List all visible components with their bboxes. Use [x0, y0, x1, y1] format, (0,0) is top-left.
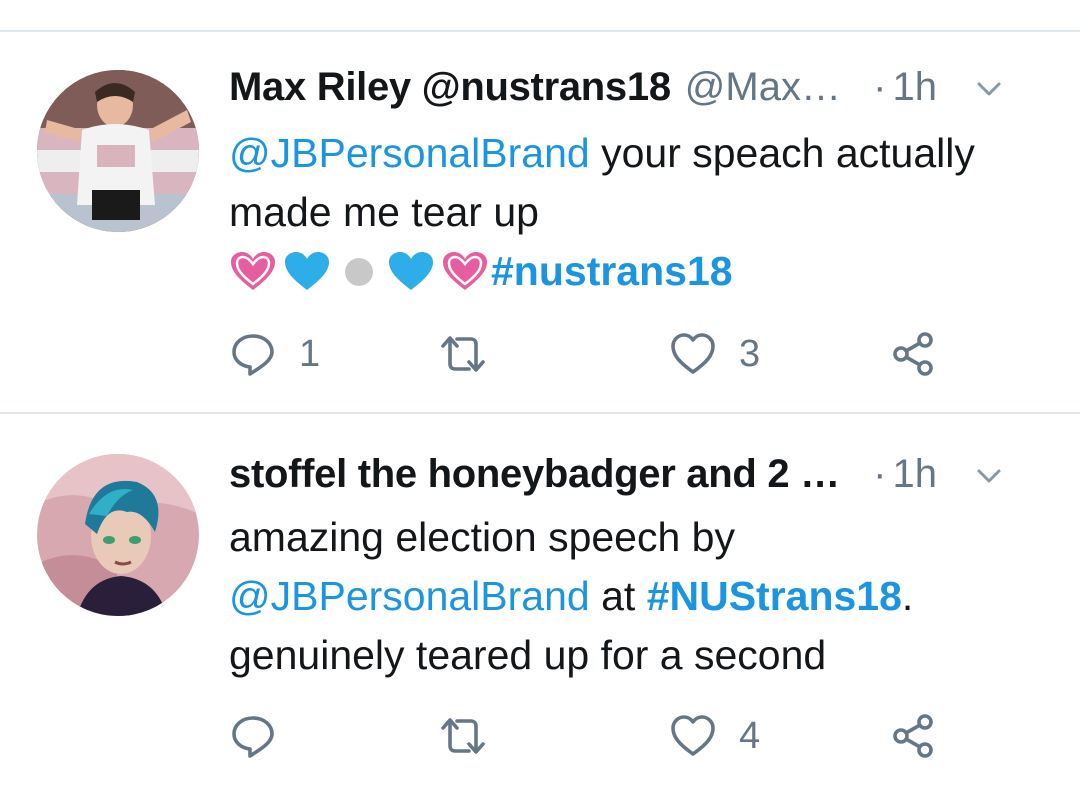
hashtag-link[interactable]: #nustrans18 [491, 242, 733, 301]
like-icon [671, 333, 715, 374]
tweet-text-line: amazing election speech by [229, 514, 735, 560]
tweet-text: @JBPersonalBrand your speach actually ma… [229, 124, 1050, 301]
like-icon [671, 715, 715, 756]
tweet[interactable]: Max Riley @nustrans18 @Max… · 1h @JBPerso… [0, 32, 1080, 412]
retweet-button[interactable] [439, 330, 509, 378]
tweet-header: stoffel the honeybadger and 2 … · 1h [229, 449, 1040, 499]
tweet-text-fragment: . [901, 573, 914, 619]
tweet[interactable]: stoffel the honeybadger and 2 … · 1h amaz… [0, 414, 1080, 790]
display-name[interactable]: stoffel the honeybadger and 2 … [229, 452, 840, 497]
retweet-icon [441, 336, 485, 372]
tweet-actions: 4 [229, 712, 1080, 762]
retweet-icon [441, 718, 485, 754]
hashtag-link[interactable]: #NUStrans18 [647, 573, 902, 619]
retweet-button[interactable] [439, 712, 509, 760]
reply-button[interactable]: 1 [229, 330, 320, 378]
blue-heart-emoji [285, 251, 329, 290]
like-count: 3 [739, 332, 761, 375]
tweet-text-line: @JBPersonalBrand at #NUStrans18. [229, 567, 1050, 626]
share-icon [893, 332, 933, 376]
tweet-text-line: made me tear up [229, 189, 539, 235]
share-icon [893, 714, 933, 758]
reply-count: 1 [299, 332, 321, 375]
share-button[interactable] [889, 330, 937, 378]
blue-heart-emoji [389, 251, 433, 290]
avatar[interactable] [37, 70, 199, 232]
white-circle-emoji [345, 257, 373, 286]
timestamp[interactable]: · 1h [873, 65, 937, 110]
like-button[interactable]: 3 [669, 330, 760, 378]
tweet-text-line: @JBPersonalBrand your speach actually [229, 124, 1050, 183]
pink-heart-emoji [443, 251, 487, 290]
reply-icon [232, 716, 274, 758]
timestamp-value: 1h [892, 64, 938, 109]
like-button[interactable]: 4 [669, 712, 760, 760]
reply-button[interactable] [229, 712, 299, 760]
display-name[interactable]: Max Riley @nustrans18 [229, 65, 671, 110]
like-count: 4 [739, 714, 761, 757]
tweet-text-line: genuinely teared up for a second [229, 632, 827, 678]
tweet-actions: 1 3 [229, 330, 1080, 380]
tweet-header: Max Riley @nustrans18 @Max… · 1h [229, 62, 1040, 112]
reply-icon [232, 334, 274, 376]
pink-heart-emoji [231, 251, 275, 290]
chevron-down-icon[interactable] [974, 74, 1004, 104]
username[interactable]: @Max… [685, 65, 841, 110]
mention-link[interactable]: @JBPersonalBrand [229, 130, 590, 176]
avatar[interactable] [37, 454, 199, 616]
tweet-text-fragment: at [589, 573, 647, 619]
share-button[interactable] [889, 712, 937, 760]
timestamp[interactable]: · 1h [873, 452, 937, 497]
timestamp-value: 1h [892, 451, 938, 496]
tweet-text: amazing election speech by @JBPersonalBr… [229, 508, 1050, 685]
chevron-down-icon[interactable] [974, 461, 1004, 491]
tweet-text-fragment: your speach actually [589, 130, 975, 176]
tweet-text-line: #nustrans18 [229, 242, 1050, 301]
mention-link[interactable]: @JBPersonalBrand [229, 573, 590, 619]
